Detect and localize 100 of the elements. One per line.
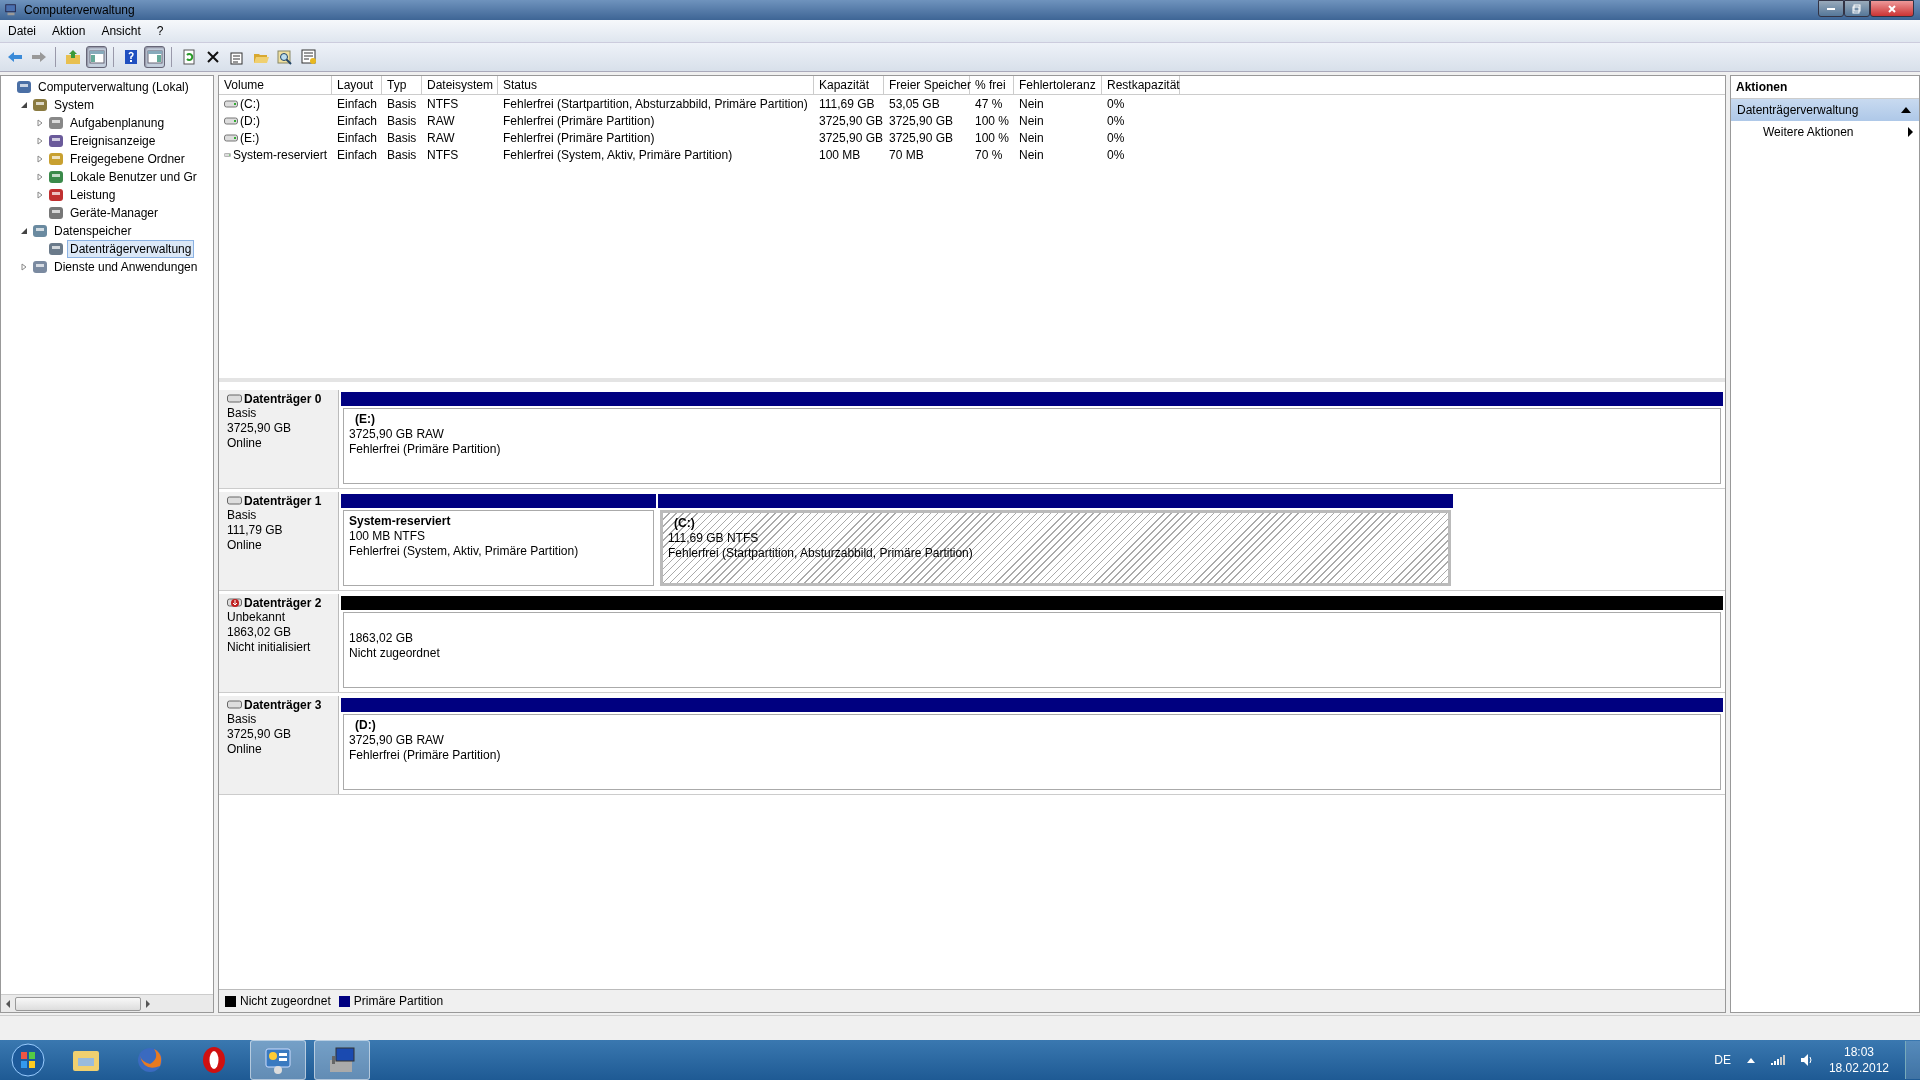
table-cell: Fehlerfrei (System, Aktiv, Primäre Partition) bbox=[503, 147, 733, 162]
partition-block[interactable]: (C:) 111,69 GB NTFS Fehlerfrei (Startpartition, Absturzabbild, Primäre Partition) bbox=[659, 510, 1452, 586]
table-cell: 111,69 GB bbox=[819, 96, 875, 111]
table-cell: Einfach bbox=[337, 130, 378, 145]
actions-section-header[interactable]: Datenträgerverwaltung bbox=[1731, 99, 1919, 121]
column-header[interactable]: Restkapazität bbox=[1102, 76, 1180, 94]
table-cell: 3725,90 GB bbox=[889, 113, 954, 128]
partition-detail: Fehlerfrei (Primäre Partition) bbox=[349, 442, 502, 457]
drive-icon bbox=[224, 116, 238, 125]
collapsed-arrow-icon[interactable] bbox=[36, 191, 44, 199]
table-cell: RAW bbox=[427, 113, 455, 128]
submenu-arrow-icon bbox=[1908, 127, 1913, 137]
column-header[interactable]: Typ bbox=[382, 76, 422, 94]
table-cell: Basis bbox=[387, 113, 417, 128]
disk-detail: Nicht initialisiert bbox=[227, 640, 312, 655]
maximize-button[interactable] bbox=[1844, 0, 1870, 17]
partition-name: (C:) bbox=[672, 516, 696, 531]
partition-name: (D:) bbox=[354, 718, 377, 733]
table-cell: 3725,90 GB bbox=[819, 130, 884, 145]
menu-item[interactable]: ? bbox=[148, 22, 172, 40]
tree-item[interactable]: Dienste und Anwendungen bbox=[51, 258, 201, 276]
table-cell: (E:) bbox=[240, 130, 260, 145]
column-header[interactable]: Status bbox=[498, 76, 814, 94]
collapsed-arrow-icon[interactable] bbox=[36, 173, 44, 181]
tree-item[interactable]: Datenspeicher bbox=[51, 222, 135, 240]
partition-block[interactable]: 1863,02 GB Nicht zugeordnet bbox=[343, 612, 1721, 688]
control-panel-taskbar-button[interactable] bbox=[250, 1040, 306, 1080]
column-header[interactable]: % frei bbox=[970, 76, 1014, 94]
table-cell: Einfach bbox=[337, 147, 378, 162]
console-tree-button[interactable] bbox=[86, 46, 107, 68]
table-cell: Nein bbox=[1019, 130, 1044, 145]
signal-icon[interactable] bbox=[1770, 1055, 1785, 1065]
tree-item[interactable]: Ereignisanzeige bbox=[67, 132, 159, 150]
partition-detail: 111,69 GB NTFS bbox=[667, 531, 760, 546]
column-header[interactable]: Volume bbox=[219, 76, 332, 94]
menu-item[interactable]: Datei bbox=[0, 22, 44, 40]
tree-item[interactable]: Computerverwaltung (Lokal) bbox=[35, 78, 192, 96]
tree-item[interactable]: Aufgabenplanung bbox=[67, 114, 168, 132]
table-cell: Nein bbox=[1019, 113, 1044, 128]
tree-item[interactable]: Datenträgerverwaltung bbox=[67, 240, 195, 258]
scroll-right-icon[interactable] bbox=[145, 999, 151, 1008]
table-cell: Nein bbox=[1019, 147, 1044, 162]
tree-item[interactable]: Freigegebene Ordner bbox=[67, 150, 188, 168]
table-cell: NTFS bbox=[427, 96, 459, 111]
action-item[interactable]: Weitere Aktionen bbox=[1731, 121, 1919, 143]
language-indicator[interactable]: DE bbox=[1714, 1053, 1731, 1067]
tree-item[interactable]: Lokale Benutzer und Gr bbox=[67, 168, 200, 186]
disk-name: Datenträger 0 bbox=[244, 392, 322, 406]
table-cell: Einfach bbox=[337, 96, 378, 111]
close-button[interactable] bbox=[1870, 0, 1914, 17]
clock[interactable]: 18:03 18.02.2012 bbox=[1828, 1044, 1889, 1076]
section-title: Datenträgerverwaltung bbox=[1737, 103, 1859, 117]
drive-icon bbox=[224, 133, 238, 142]
partition-detail: 1863,02 GB bbox=[349, 631, 415, 646]
forward-arrow-icon bbox=[30, 49, 47, 65]
disk-name: Datenträger 2 bbox=[244, 596, 322, 610]
partition-detail: Fehlerfrei (System, Aktiv, Primäre Partition) bbox=[349, 544, 580, 559]
table-cell: Nein bbox=[1019, 96, 1044, 111]
partition-block[interactable]: System-reserviert 100 MB NTFS Fehlerfrei (System, Aktiv, Primäre Partition) bbox=[343, 510, 654, 586]
column-header[interactable]: Fehlertoleranz bbox=[1014, 76, 1102, 94]
collapse-icon[interactable] bbox=[1901, 107, 1911, 113]
tree-item[interactable]: System bbox=[51, 96, 97, 114]
scroll-left-icon[interactable] bbox=[5, 999, 11, 1008]
table-cell: (C:) bbox=[240, 96, 260, 111]
collapsed-arrow-icon[interactable] bbox=[20, 263, 28, 271]
volume-icon[interactable] bbox=[1800, 1054, 1813, 1066]
start-orb-icon bbox=[10, 1042, 46, 1078]
column-header[interactable]: Freier Speicher bbox=[884, 76, 970, 94]
computer-management-taskbar-button[interactable] bbox=[314, 1040, 370, 1080]
table-cell: Einfach bbox=[337, 113, 378, 128]
column-header[interactable]: Kapazität bbox=[814, 76, 884, 94]
help-icon bbox=[122, 49, 139, 65]
menu-item[interactable]: Ansicht bbox=[93, 22, 149, 40]
table-cell: 0% bbox=[1107, 113, 1125, 128]
partition-block[interactable]: (D:) 3725,90 GB RAW Fehlerfrei (Primäre Partition) bbox=[343, 714, 1721, 790]
collapsed-arrow-icon[interactable] bbox=[36, 137, 44, 145]
restore-icon bbox=[1852, 3, 1862, 14]
table-cell: Basis bbox=[387, 130, 417, 145]
column-header[interactable]: Layout bbox=[332, 76, 382, 94]
table-cell: Fehlerfrei (Primäre Partition) bbox=[503, 130, 655, 145]
disk-detail: 3725,90 GB bbox=[227, 421, 293, 436]
column-header[interactable]: Dateisystem bbox=[422, 76, 498, 94]
tree-item[interactable]: Leistung bbox=[67, 186, 119, 204]
expanded-arrow-icon[interactable] bbox=[20, 227, 28, 235]
collapsed-arrow-icon[interactable] bbox=[36, 155, 44, 163]
table-cell: 100 % bbox=[975, 130, 1010, 145]
expanded-arrow-icon[interactable] bbox=[20, 101, 28, 109]
partition-block[interactable]: (E:) 3725,90 GB RAW Fehlerfrei (Primäre Partition) bbox=[343, 408, 1721, 484]
table-cell: 100 MB bbox=[819, 147, 861, 162]
action-pane-button[interactable] bbox=[144, 46, 165, 68]
collapsed-arrow-icon[interactable] bbox=[36, 119, 44, 127]
disk-detail: 1863,02 GB bbox=[227, 625, 293, 640]
left-pane-icon bbox=[88, 49, 105, 65]
horizontal-scrollbar[interactable] bbox=[1, 994, 213, 1012]
minimize-button[interactable] bbox=[1818, 0, 1844, 17]
show-hidden-icons-icon[interactable] bbox=[1746, 1057, 1755, 1063]
tree-item[interactable]: Geräte-Manager bbox=[67, 204, 162, 222]
menu-item[interactable]: Aktion bbox=[44, 22, 94, 40]
partition-detail: 100 MB NTFS bbox=[349, 529, 427, 544]
disk-detail: 111,79 GB bbox=[227, 523, 284, 538]
